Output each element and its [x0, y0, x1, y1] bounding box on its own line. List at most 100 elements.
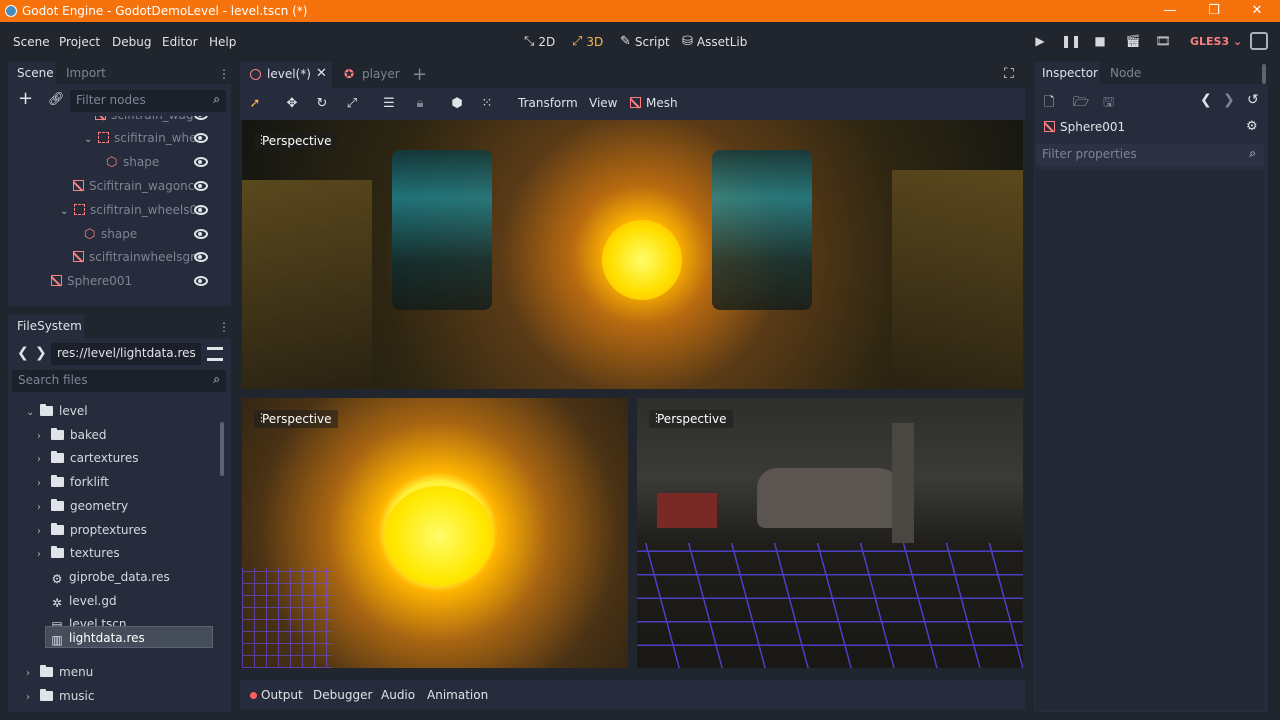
visibility-eye-icon[interactable] [194, 181, 208, 191]
visibility-eye-icon[interactable] [194, 276, 208, 286]
transform-menu[interactable]: Transform [518, 96, 578, 110]
file-item-geometry[interactable]: › geometry [37, 495, 128, 517]
stop-icon[interactable]: ■ [1091, 34, 1109, 50]
chevron-down-icon[interactable]: ⌄ [60, 201, 70, 223]
visibility-eye-icon[interactable] [194, 229, 208, 239]
fullscreen-icon[interactable]: ⛶ [1004, 66, 1014, 82]
tab-inspector[interactable]: Inspector [1042, 66, 1098, 80]
tab-animation[interactable]: Animation [427, 688, 488, 702]
tab-filesystem[interactable]: FileSystem [17, 319, 82, 333]
chevron-right-icon[interactable]: › [37, 497, 47, 519]
file-item-lightdata[interactable]: ▥ lightdata.res [51, 627, 144, 649]
tab-output[interactable]: Output [261, 688, 303, 702]
viewport-perspective-label[interactable]: Perspective [254, 410, 338, 428]
tab-debugger[interactable]: Debugger [313, 688, 372, 702]
viewport-bottom-right[interactable]: Perspective [637, 398, 1023, 668]
view-menu[interactable]: View [589, 96, 617, 110]
menu-help[interactable]: Help [209, 35, 236, 49]
split-view-icon[interactable] [207, 347, 223, 361]
chevron-right-icon[interactable]: › [37, 426, 47, 448]
viewport-perspective-label[interactable]: Perspective [254, 132, 338, 150]
scene-dock-menu-icon[interactable]: ⋮ [218, 66, 230, 82]
file-item-level-gd[interactable]: ✲ level.gd [51, 590, 117, 612]
renderer-select[interactable]: GLES3 ⌄ [1190, 35, 1242, 48]
scale-tool-icon[interactable]: ⤢ [343, 96, 361, 112]
add-node-icon[interactable]: + [18, 90, 33, 108]
close-tab-icon[interactable]: ✕ [316, 66, 327, 81]
chevron-right-icon[interactable]: › [37, 449, 47, 471]
menu-scene[interactable]: Scene [13, 35, 50, 49]
open-folder-icon[interactable]: 🗁︎ [1073, 93, 1089, 115]
chevron-right-icon[interactable]: › [26, 663, 36, 685]
save-icon[interactable]: 🖫︎ [1103, 93, 1114, 115]
inspector-scrollbar[interactable] [1262, 64, 1266, 84]
chevron-down-icon[interactable]: ⌄ [84, 129, 94, 151]
file-item-music[interactable]: › music [26, 685, 94, 707]
filter-properties-input[interactable]: Filter properties ⌕ [1036, 144, 1264, 166]
file-item-cartextures[interactable]: › cartextures [37, 447, 138, 469]
tab-import[interactable]: Import [66, 66, 106, 80]
tree-item-scifitrain-wag[interactable]: scifitrain_wag [95, 116, 193, 126]
add-tab-icon[interactable]: + [412, 64, 427, 85]
tab-level[interactable]: level(*) ✕ [240, 62, 332, 88]
settings-icon[interactable] [1250, 32, 1268, 50]
menu-editor[interactable]: Editor [162, 35, 198, 49]
tree-item-shape[interactable]: ⬡ shape [106, 151, 159, 173]
tree-item-shape-2[interactable]: ⬡ shape [84, 223, 137, 245]
mode-2d-button[interactable]: ⤡ 2D [524, 34, 555, 49]
file-item-baked[interactable]: › baked [37, 424, 107, 446]
viewport-bottom-left[interactable]: Perspective [242, 398, 628, 668]
tab-audio[interactable]: Audio [381, 688, 415, 702]
tab-scene[interactable]: Scene [17, 66, 54, 80]
play-icon[interactable]: ▶ [1031, 34, 1049, 50]
file-item-forklift[interactable]: › forklift [37, 471, 109, 493]
menu-project[interactable]: Project [59, 35, 100, 49]
filter-nodes-input[interactable]: Filter nodes ⌕ [70, 90, 226, 112]
tree-item-sphere001[interactable]: Sphere001 [51, 270, 132, 292]
tree-item-scifitrainwheelsgre[interactable]: scifitrainwheelsgre [73, 246, 202, 268]
file-item-level[interactable]: ⌄ level [26, 400, 88, 422]
chevron-down-icon[interactable]: ⌄ [26, 402, 36, 424]
mode-script-button[interactable]: ✎ Script [620, 34, 670, 49]
menu-debug[interactable]: Debug [112, 35, 151, 49]
file-item-menu[interactable]: › menu [26, 661, 93, 683]
new-resource-icon[interactable]: 🗋︎ [1044, 93, 1054, 115]
back-icon[interactable]: ❮ [17, 345, 29, 361]
maximize-button[interactable]: ❐ [1194, 1, 1234, 21]
chevron-right-icon[interactable]: › [37, 473, 47, 495]
chevron-right-icon[interactable]: › [37, 521, 47, 543]
tab-player[interactable]: ✪ player [338, 62, 408, 88]
chevron-right-icon[interactable]: › [26, 687, 36, 709]
tree-item-scifitrain-whe[interactable]: ⌄ scifitrain_whe [84, 127, 196, 149]
mode-3d-button[interactable]: ⤢ 3D [572, 34, 603, 49]
tab-node[interactable]: Node [1110, 66, 1141, 80]
play-scene-icon[interactable]: 🎬︎ [1124, 34, 1142, 50]
object-properties-icon[interactable]: ⚙ [1246, 119, 1258, 134]
viewport-perspective-label[interactable]: Perspective [649, 410, 733, 428]
select-tool-icon[interactable]: ➚ [246, 96, 264, 112]
list-select-icon[interactable]: ☰ [380, 96, 398, 112]
rotate-tool-icon[interactable]: ↻ [313, 96, 331, 112]
instance-scene-icon[interactable]: 🔗︎ [48, 92, 65, 107]
viewport-top[interactable]: Perspective [242, 120, 1023, 389]
local-space-icon[interactable]: ⬢ [448, 96, 466, 112]
history-back-icon[interactable]: ❮ [1200, 92, 1212, 108]
visibility-eye-icon[interactable] [194, 157, 208, 167]
history-forward-icon[interactable]: ❯ [1223, 92, 1235, 108]
file-item-proptextures[interactable]: › proptextures [37, 519, 147, 541]
file-item-textures[interactable]: › textures [37, 542, 120, 564]
chevron-right-icon[interactable]: › [37, 544, 47, 566]
mesh-menu[interactable]: Mesh [630, 96, 678, 110]
file-item-giprobe-data[interactable]: ⚙ giprobe_data.res [51, 566, 170, 588]
inspected-node[interactable]: Sphere001 [1044, 120, 1125, 134]
tree-item-scifitrain-wagonc[interactable]: Scifitrain_wagonc [73, 175, 194, 197]
play-custom-scene-icon[interactable]: 🎞︎ [1154, 34, 1172, 50]
filesystem-menu-icon[interactable]: ⋮ [218, 319, 230, 335]
close-window-button[interactable]: ✕ [1237, 1, 1277, 21]
path-field[interactable]: res://level/lightdata.res [51, 343, 201, 365]
pause-icon[interactable]: ❚❚ [1061, 34, 1081, 50]
mode-assetlib-button[interactable]: ⛁ AssetLib [682, 34, 747, 49]
visibility-eye-icon[interactable] [194, 116, 208, 120]
minimize-button[interactable]: — [1150, 1, 1190, 21]
tree-item-scifitrain-wheels01[interactable]: ⌄ scifitrain_wheels01 [60, 199, 205, 221]
